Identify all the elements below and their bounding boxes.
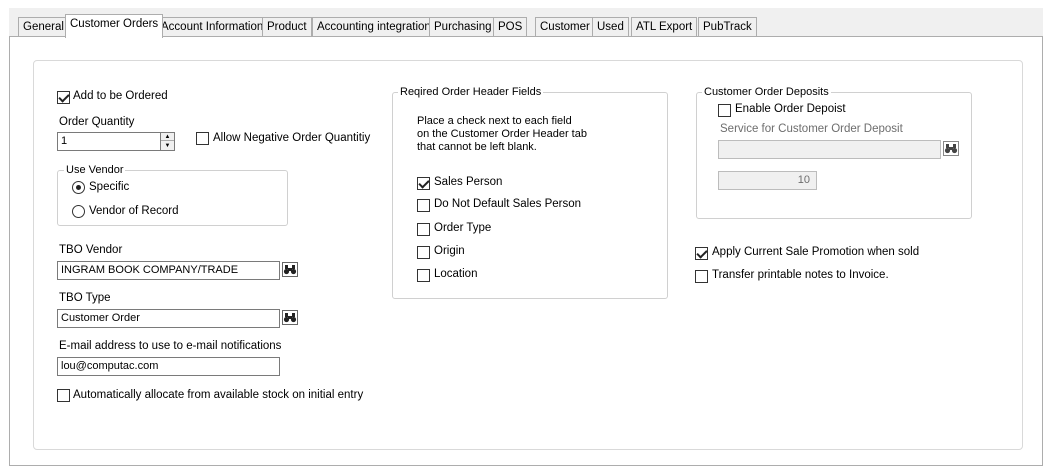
tab-product[interactable]: Product (262, 17, 312, 37)
tab-customer[interactable]: Customer (535, 17, 595, 37)
instructions-line-3: that cannot be left blank. (417, 141, 537, 153)
origin-label: Origin (434, 245, 465, 257)
order-quantity-label: Order Quantity (59, 116, 135, 128)
tab-pos[interactable]: POS (493, 17, 528, 37)
vendor-of-record-radio[interactable] (72, 205, 85, 218)
specific-label: Specific (89, 181, 130, 193)
tab-purchasing[interactable]: Purchasing (429, 17, 497, 37)
apply-promotion-checkbox[interactable] (695, 247, 708, 260)
apply-promotion-label: Apply Current Sale Promotion when sold (712, 246, 920, 258)
use-vendor-title: Use Vendor (64, 164, 126, 176)
add-to-be-ordered-label: Add to be Ordered (73, 90, 168, 102)
specific-radio[interactable] (72, 181, 85, 194)
sales-person-checkbox[interactable] (417, 177, 430, 190)
transfer-notes-checkbox[interactable] (695, 270, 708, 283)
vendor-of-record-label: Vendor of Record (89, 205, 179, 217)
service-for-deposit-label: Service for Customer Order Deposit (720, 123, 903, 135)
tbo-type-label: TBO Type (59, 292, 111, 304)
binoculars-icon[interactable] (943, 141, 959, 156)
tab-customer-orders[interactable]: Customer Orders (65, 14, 164, 38)
tab-general[interactable]: General (18, 17, 69, 37)
tab-used[interactable]: Used (592, 17, 629, 37)
transfer-notes-label: Transfer printable notes to Invoice. (712, 269, 889, 281)
order-type-checkbox[interactable] (417, 223, 430, 236)
allow-negative-checkbox[interactable] (196, 132, 209, 145)
tab-strip: General Customer Orders Account Informat… (9, 8, 1043, 38)
auto-allocate-checkbox[interactable] (57, 389, 70, 402)
order-quantity-stepper[interactable]: ▲ ▼ (160, 132, 175, 151)
tab-pubtrack[interactable]: PubTrack (698, 17, 757, 37)
service-for-deposit-input[interactable] (718, 140, 941, 159)
do-not-default-sales-person-checkbox[interactable] (417, 199, 430, 212)
stepper-up-icon[interactable]: ▲ (161, 133, 174, 141)
do-not-default-sales-person-label: Do Not Default Sales Person (434, 198, 582, 210)
instructions-line-2: on the Customer Order Header tab (417, 128, 587, 140)
stepper-down-icon[interactable]: ▼ (161, 142, 174, 150)
sales-person-label: Sales Person (434, 176, 503, 188)
instructions-line-1: Place a check next to each field (417, 115, 572, 127)
deposit-amount-input[interactable]: 10 (718, 171, 817, 190)
binoculars-icon[interactable] (282, 310, 298, 325)
enable-order-deposit-label: Enable Order Depoist (735, 103, 846, 115)
auto-allocate-label: Automatically allocate from available st… (73, 389, 364, 401)
add-to-be-ordered-checkbox[interactable] (57, 91, 70, 104)
location-checkbox[interactable] (417, 269, 430, 282)
tbo-vendor-input[interactable]: INGRAM BOOK COMPANY/TRADE (57, 261, 280, 280)
email-input[interactable]: lou@computac.com (57, 357, 280, 376)
binoculars-icon[interactable] (282, 262, 298, 277)
required-header-fields-title: Reqired Order Header Fields (398, 86, 544, 98)
use-vendor-group (57, 170, 288, 226)
order-quantity-input[interactable]: 1 (57, 132, 161, 151)
tab-accounting-integration[interactable]: Accounting integration (312, 17, 436, 37)
email-label: E-mail address to use to e-mail notifica… (59, 340, 282, 352)
allow-negative-label: Allow Negative Order Quantitiy (213, 132, 371, 144)
tbo-vendor-label: TBO Vendor (59, 244, 123, 256)
order-type-label: Order Type (434, 222, 492, 234)
tab-atl-export[interactable]: ATL Export (631, 17, 698, 37)
location-label: Location (434, 268, 478, 280)
tab-account-information[interactable]: Account Information (156, 17, 269, 37)
origin-checkbox[interactable] (417, 246, 430, 259)
enable-order-deposit-checkbox[interactable] (718, 104, 731, 117)
tbo-type-input[interactable]: Customer Order (57, 309, 280, 328)
customer-order-deposits-title: Customer Order Deposits (702, 86, 831, 98)
